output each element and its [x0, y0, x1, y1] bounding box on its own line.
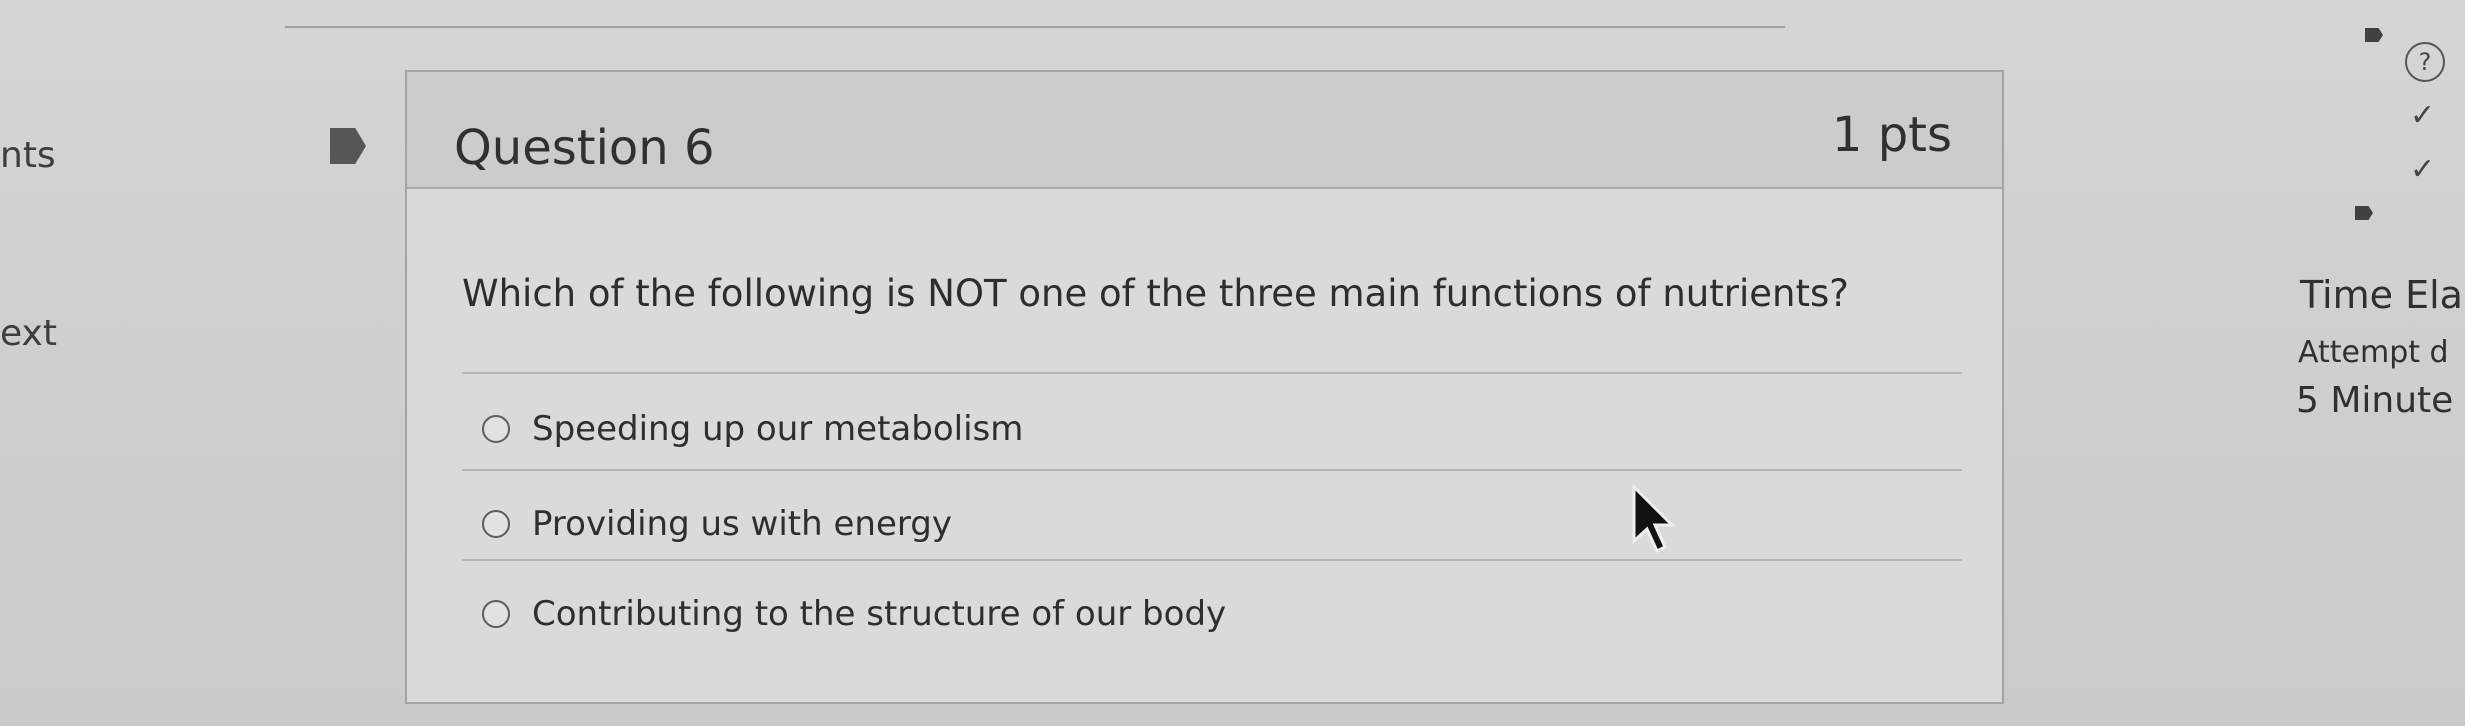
- question-text: Which of the following is NOT one of the…: [462, 272, 1849, 315]
- radio-button[interactable]: [482, 600, 510, 628]
- question-card: Question 6 1 pts Which of the following …: [405, 70, 2004, 704]
- divider: [462, 559, 1962, 561]
- check-icon: ✓: [2410, 152, 2436, 187]
- question-header: Question 6 1 pts: [407, 72, 2002, 189]
- help-icon[interactable]: ?: [2405, 42, 2445, 82]
- divider: [462, 372, 1962, 374]
- answer-option-1[interactable]: Speeding up our metabolism: [482, 409, 1023, 449]
- left-points-fragment: nts: [0, 135, 56, 176]
- radio-button[interactable]: [482, 510, 510, 538]
- answer-option-2[interactable]: Providing us with energy: [482, 504, 952, 544]
- question-points: 1 pts: [1831, 107, 1952, 163]
- radio-button[interactable]: [482, 415, 510, 443]
- flag-question-icon[interactable]: [330, 128, 366, 164]
- answer-label[interactable]: Speeding up our metabolism: [532, 409, 1023, 449]
- answer-option-3[interactable]: Contributing to the structure of our bod…: [482, 594, 1226, 634]
- attempt-label: Attempt d: [2298, 335, 2449, 370]
- top-rule: [285, 26, 1785, 28]
- mouse-cursor-icon: [1632, 485, 1676, 554]
- flag-icon[interactable]: [2355, 206, 2373, 220]
- flag-icon[interactable]: [2365, 28, 2383, 42]
- time-elapsed-label: Time Ela: [2300, 273, 2463, 317]
- check-icon: ✓: [2410, 98, 2436, 133]
- answer-label[interactable]: Contributing to the structure of our bod…: [532, 594, 1226, 634]
- left-next-fragment[interactable]: ext: [0, 313, 57, 354]
- divider: [462, 469, 1962, 471]
- answer-label[interactable]: Providing us with energy: [532, 504, 952, 544]
- minutes-label: 5 Minute: [2296, 380, 2454, 421]
- question-title: Question 6: [454, 120, 715, 176]
